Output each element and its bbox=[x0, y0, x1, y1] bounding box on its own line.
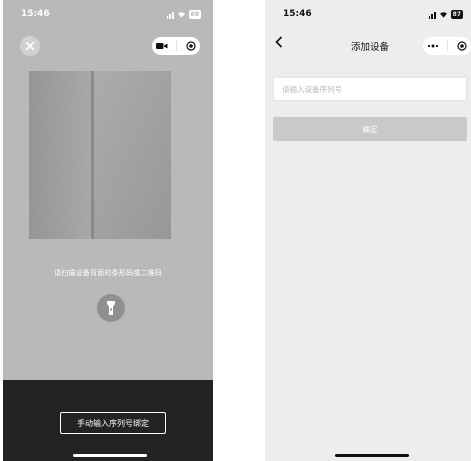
video-icon[interactable] bbox=[156, 42, 168, 50]
camera-preview bbox=[29, 71, 171, 239]
signal-icon bbox=[428, 11, 436, 19]
mini-program-capsule bbox=[423, 37, 471, 55]
capsule-divider bbox=[176, 41, 178, 51]
flashlight-button[interactable] bbox=[97, 294, 125, 322]
more-icon[interactable] bbox=[427, 44, 439, 48]
status-bar: 15:46 88 bbox=[3, 9, 213, 23]
record-icon[interactable] bbox=[186, 41, 196, 51]
scan-screen: 15:46 88 请扫描设备背面的条形码或二维码 手动输入序列号绑定 bbox=[3, 0, 213, 461]
close-button[interactable] bbox=[20, 36, 40, 56]
add-device-screen: 15:46 87 添加设备 确定 bbox=[265, 0, 471, 461]
capsule-divider bbox=[447, 41, 449, 51]
flashlight-icon bbox=[107, 301, 115, 315]
camera-capsule bbox=[152, 37, 200, 55]
battery-icon: 87 bbox=[450, 10, 463, 19]
home-indicator bbox=[335, 454, 409, 457]
home-indicator bbox=[73, 454, 147, 457]
signal-icon bbox=[166, 11, 174, 19]
bottom-bar: 手动输入序列号绑定 bbox=[3, 380, 213, 461]
record-icon[interactable] bbox=[457, 41, 467, 51]
serial-number-input[interactable] bbox=[273, 77, 467, 101]
manual-input-button[interactable]: 手动输入序列号绑定 bbox=[60, 412, 166, 434]
confirm-button[interactable]: 确定 bbox=[273, 117, 467, 141]
camera-preview-texture bbox=[29, 71, 171, 239]
status-icons: 88 bbox=[166, 10, 201, 19]
status-time: 15:46 bbox=[21, 9, 50, 19]
scan-hint: 请扫描设备背面的条形码或二维码 bbox=[54, 269, 162, 277]
status-bar: 15:46 87 bbox=[265, 9, 471, 23]
close-icon bbox=[25, 41, 35, 51]
nav-bar: 添加设备 bbox=[265, 34, 471, 58]
battery-icon: 88 bbox=[188, 10, 201, 19]
status-time: 15:46 bbox=[283, 9, 312, 19]
status-icons: 87 bbox=[428, 10, 463, 19]
wifi-icon bbox=[177, 12, 185, 18]
wifi-icon bbox=[439, 12, 447, 18]
